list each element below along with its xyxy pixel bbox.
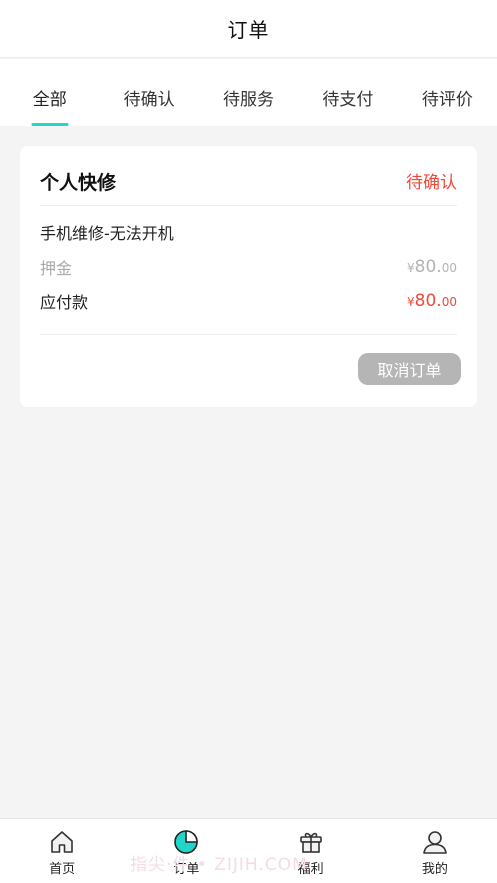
tab-label: 待确认 [123,90,175,110]
home-icon [51,831,73,853]
nav-item-orders[interactable]: 订单 [124,819,248,883]
top-bar: 订单 [0,0,497,58]
tab-pending-payment[interactable]: 待支付 [298,59,397,126]
bottom-navigation: 首页 订单 福利 我的 [0,818,497,883]
nav-label: 首页 [49,862,76,877]
order-card[interactable]: 个人快修 待确认 手机维修-无法开机 押金 ¥ 80. 00 应付款 ¥ 80.… [20,146,477,407]
tab-label: 全部 [32,90,67,110]
order-pie-icon [174,830,199,854]
gift-icon [299,832,322,853]
deposit-label: 押金 [40,259,73,278]
order-tabs: 全部 待确认 待服务 待支付 待评价 [0,59,497,126]
nav-item-profile[interactable]: 我的 [373,819,497,883]
deposit-amount: ¥ 80. 00 [407,257,457,277]
currency-symbol: ¥ [407,261,415,275]
nav-label: 福利 [297,862,324,877]
tab-label: 待服务 [223,90,275,110]
tab-label: 待支付 [322,90,374,110]
deposit-row: 押金 ¥ 80. 00 [40,255,457,279]
page-title: 订单 [227,18,270,42]
tab-pending-review[interactable]: 待评价 [398,59,497,126]
amount-integer: 80. [414,257,442,277]
card-divider [40,334,457,335]
currency-symbol: ¥ [407,295,415,309]
payable-amount: ¥ 80. 00 [407,291,457,311]
nav-label: 订单 [173,862,200,877]
active-tab-indicator [31,123,69,126]
amount-decimal: 00 [441,261,457,275]
amount-decimal: 00 [441,295,457,309]
payable-label: 应付款 [40,293,89,312]
tab-pending-confirm[interactable]: 待确认 [99,59,198,126]
amount-integer: 80. [414,291,442,311]
nav-label: 我的 [421,862,448,877]
order-card-header: 个人快修 待确认 [40,168,457,206]
cancel-order-button[interactable]: 取消订单 [358,353,461,385]
profile-icon [423,831,447,854]
tab-pending-service[interactable]: 待服务 [199,59,298,126]
payable-row: 应付款 ¥ 80. 00 [40,289,457,313]
tab-label: 待评价 [421,90,473,110]
order-status-badge: 待确认 [406,173,457,193]
nav-item-benefits[interactable]: 福利 [249,819,373,883]
order-page: 订单 全部 待确认 待服务 待支付 待评价 个人快修 待确认 手机维修-无法开机… [0,0,497,883]
tab-all[interactable]: 全部 [0,59,99,126]
service-description: 手机维修-无法开机 [40,224,174,243]
order-type-title: 个人快修 [40,172,117,194]
nav-item-home[interactable]: 首页 [0,819,124,883]
